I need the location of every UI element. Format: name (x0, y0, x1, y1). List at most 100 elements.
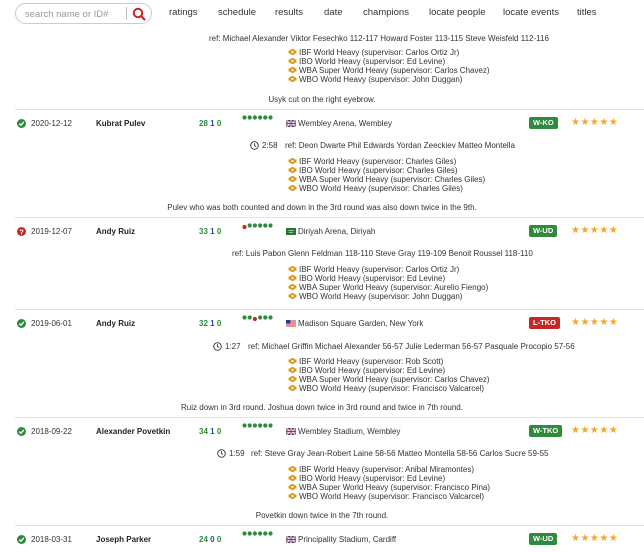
belt-icon (288, 283, 297, 291)
venue[interactable]: Diriyah Arena, Diriyah (286, 227, 375, 236)
title-item: IBF World Heavy (supervisor: Rob Scott) (288, 357, 490, 366)
title-item: IBF World Heavy (supervisor: Carlos Orti… (288, 265, 488, 274)
flag-gb-icon (285, 535, 297, 544)
form-dot (258, 223, 263, 228)
opponent-name[interactable]: Andy Ruiz (96, 319, 135, 328)
belt-icon (288, 166, 297, 174)
search-button[interactable] (131, 6, 147, 22)
search-input[interactable] (25, 7, 133, 21)
title-list: IBF World Heavy (supervisor: Rob Scott) … (288, 357, 490, 393)
bout-note: Pulev who was both counted and down in t… (167, 203, 477, 212)
stoppage-time: 2:58 (262, 141, 278, 150)
result-badge: W-TKO (529, 425, 563, 437)
verified-check-icon (17, 427, 26, 436)
title-item: WBA Super World Heavy (supervisor: Carlo… (288, 375, 490, 384)
form-dot (247, 423, 252, 428)
form-dot (247, 315, 252, 320)
stoppage-time: 1:59 (229, 449, 245, 458)
recent-form (242, 115, 273, 120)
title-item: IBF World Heavy (supervisor: Charles Gil… (288, 157, 485, 166)
nav-schedule[interactable]: schedule (218, 7, 256, 18)
opponent-name[interactable]: Joseph Parker (96, 535, 151, 544)
belt-icon (288, 492, 297, 500)
bout-note: Usyk cut on the right eyebrow. (268, 95, 376, 104)
rating-stars: ★★★★★ (571, 533, 619, 544)
belt-icon (288, 157, 297, 165)
verified-check-icon (17, 319, 26, 328)
form-dot (242, 423, 247, 428)
venue[interactable]: Principality Stadium, Cardiff (285, 535, 396, 544)
form-dot (258, 531, 263, 536)
form-dot (258, 315, 263, 320)
form-dot (247, 115, 252, 120)
belt-icon (288, 48, 297, 56)
result-badge: W-UD (529, 533, 558, 545)
clock-icon (250, 141, 259, 150)
unverified-question-icon: ? (17, 227, 26, 236)
opponent-name[interactable]: Kubrat Pulev (96, 119, 145, 128)
venue[interactable]: Wembley Arena, Wembley (285, 119, 392, 128)
search-box (15, 3, 152, 24)
nav-results[interactable]: results (275, 7, 303, 18)
referee-judges: ref: Steve Gray Jean-Robert Laine 58-56 … (251, 449, 549, 458)
clock-icon (217, 449, 226, 458)
belt-icon (288, 366, 297, 374)
opponent-name[interactable]: Andy Ruiz (96, 227, 135, 236)
result-badge: W-UD (529, 225, 558, 237)
title-list: IBF World Heavy (supervisor: Carlos Orti… (288, 265, 488, 301)
top-navigation: ratings schedule results date champions … (0, 0, 644, 27)
form-dot (268, 223, 273, 228)
form-dot (252, 316, 257, 322)
form-dot (252, 115, 257, 120)
nav-titles[interactable]: titles (577, 7, 597, 18)
title-item: WBO World Heavy (supervisor: John Duggan… (288, 292, 488, 301)
title-item: WBA Super World Heavy (supervisor: Aurel… (288, 283, 488, 292)
recent-form (242, 423, 273, 428)
venue[interactable]: Madison Square Garden, New York (286, 319, 423, 328)
form-dot (247, 531, 252, 536)
flag-us-icon (286, 320, 296, 327)
belt-icon (288, 384, 297, 392)
referee-judges: ref: Michael Griffin Michael Alexander 5… (248, 342, 575, 351)
form-dot (252, 531, 257, 536)
recent-form (242, 315, 273, 322)
nav-champions[interactable]: champions (363, 7, 409, 18)
title-item: WBO World Heavy (supervisor: John Duggan… (288, 75, 490, 84)
opponent-name[interactable]: Alexander Povetkin (96, 427, 170, 436)
title-item: IBF World Heavy (supervisor: Anibal Mira… (288, 465, 490, 474)
belt-icon (288, 175, 297, 183)
result-badge: W-KO (529, 117, 558, 129)
nav-locate-events[interactable]: locate events (503, 7, 559, 18)
venue[interactable]: Wembley Stadium, Wembley (285, 427, 400, 436)
title-list: IBF World Heavy (supervisor: Carlos Orti… (288, 48, 490, 84)
form-dot (252, 223, 257, 228)
verified-check-icon (17, 535, 26, 544)
belt-icon (288, 292, 297, 300)
title-item: WBO World Heavy (supervisor: Francisco V… (288, 384, 490, 393)
bout-note: Ruiz down in 3rd round. Joshua down twic… (181, 403, 463, 412)
form-dot (242, 115, 247, 120)
opponent-record: 28 1 0 (199, 119, 222, 128)
referee-judges: ref: Deon Dwarte Phil Edwards Yordan Zee… (285, 141, 515, 150)
opponent-record: 34 1 0 (199, 427, 222, 436)
belt-icon (288, 57, 297, 65)
nav-ratings[interactable]: ratings (169, 7, 198, 18)
belt-icon (288, 184, 297, 192)
form-dot (263, 315, 268, 320)
rating-stars: ★★★★★ (571, 317, 619, 328)
row-divider (15, 109, 644, 110)
search-icon (132, 7, 146, 21)
bout-date: 2020-12-12 (31, 119, 72, 128)
flag-sa-icon (286, 228, 296, 235)
form-dot (258, 115, 263, 120)
title-item: IBO World Heavy (supervisor: Ed Levine) (288, 474, 490, 483)
row-divider (15, 525, 644, 526)
title-list: IBF World Heavy (supervisor: Anibal Mira… (288, 465, 490, 501)
bout-date: 2019-12-07 (31, 227, 72, 236)
nav-locate-people[interactable]: locate people (429, 7, 486, 18)
row-divider (15, 309, 644, 310)
rating-stars: ★★★★★ (571, 225, 619, 236)
form-dot (263, 531, 268, 536)
nav-date[interactable]: date (324, 7, 343, 18)
row-divider (15, 417, 644, 418)
